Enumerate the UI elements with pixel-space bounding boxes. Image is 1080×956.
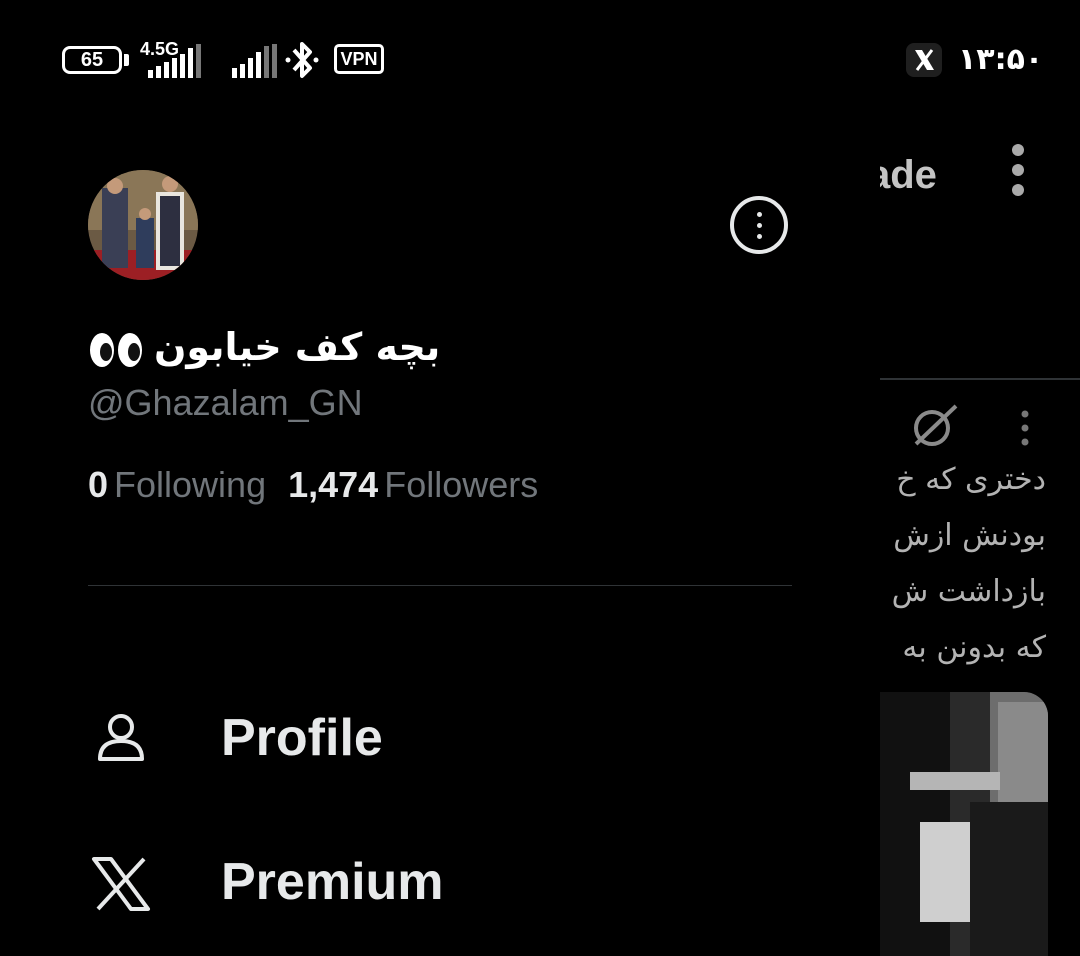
post-more-icon[interactable] xyxy=(1018,410,1032,446)
following-link[interactable]: 0 Following xyxy=(88,464,266,505)
person-icon xyxy=(98,714,144,761)
followers-count: 1,474 xyxy=(288,464,379,505)
post-text-line: دختری که خ xyxy=(896,462,1046,497)
followers-label: Followers xyxy=(384,464,539,505)
menu-item-premium[interactable]: Premium xyxy=(88,831,788,931)
account-drawer: بچه کف خیابون @Ghazalam_GN 0 Following 1,4… xyxy=(0,120,880,956)
clock: ۱۳:۵۰ xyxy=(958,42,1044,77)
signal-icon xyxy=(148,44,201,78)
divider xyxy=(88,585,792,586)
menu-label-profile: Profile xyxy=(221,709,383,767)
battery-level: 65 xyxy=(80,49,104,71)
vpn-icon: VPN xyxy=(334,44,384,74)
follow-stats: 0 Following 1,474 Followers xyxy=(88,460,538,510)
background-feed[interactable]: ade دختری که خ بودنش ازش بازداشت ش که بد… xyxy=(880,120,1080,956)
bluetooth-icon xyxy=(285,42,319,78)
following-count: 0 xyxy=(88,464,109,505)
menu-item-profile[interactable]: Profile xyxy=(88,687,788,787)
grok-icon[interactable] xyxy=(910,400,960,450)
status-bar: 65 4.5G VPN ۱۳:۵۰ xyxy=(0,0,1080,120)
following-label: Following xyxy=(114,464,267,505)
overflow-menu-icon[interactable] xyxy=(1004,142,1032,198)
battery-icon: 65 xyxy=(62,46,122,74)
followers-link[interactable]: 1,474 Followers xyxy=(288,464,538,505)
post-text-line: بازداشت ش xyxy=(891,574,1046,609)
battery-tip xyxy=(124,54,129,66)
eyes-emoji-icon xyxy=(90,332,142,367)
post-text-line: بودنش ازش xyxy=(893,518,1046,553)
more-options-button[interactable] xyxy=(730,196,788,254)
signal-icon-2 xyxy=(232,44,277,78)
x-app-icon xyxy=(906,43,942,77)
display-name: بچه کف خیابون xyxy=(88,320,440,374)
post-text-line: که بدونن به xyxy=(902,630,1046,665)
user-handle: @Ghazalam_GN xyxy=(88,382,363,423)
menu-label-premium: Premium xyxy=(221,853,444,911)
display-name-text: بچه کف خیابون xyxy=(154,325,441,369)
feed-partial-title: ade xyxy=(880,153,937,197)
avatar[interactable] xyxy=(88,170,198,280)
x-logo-icon xyxy=(92,857,150,911)
post-media[interactable] xyxy=(880,692,1048,956)
feed-divider xyxy=(880,378,1080,380)
